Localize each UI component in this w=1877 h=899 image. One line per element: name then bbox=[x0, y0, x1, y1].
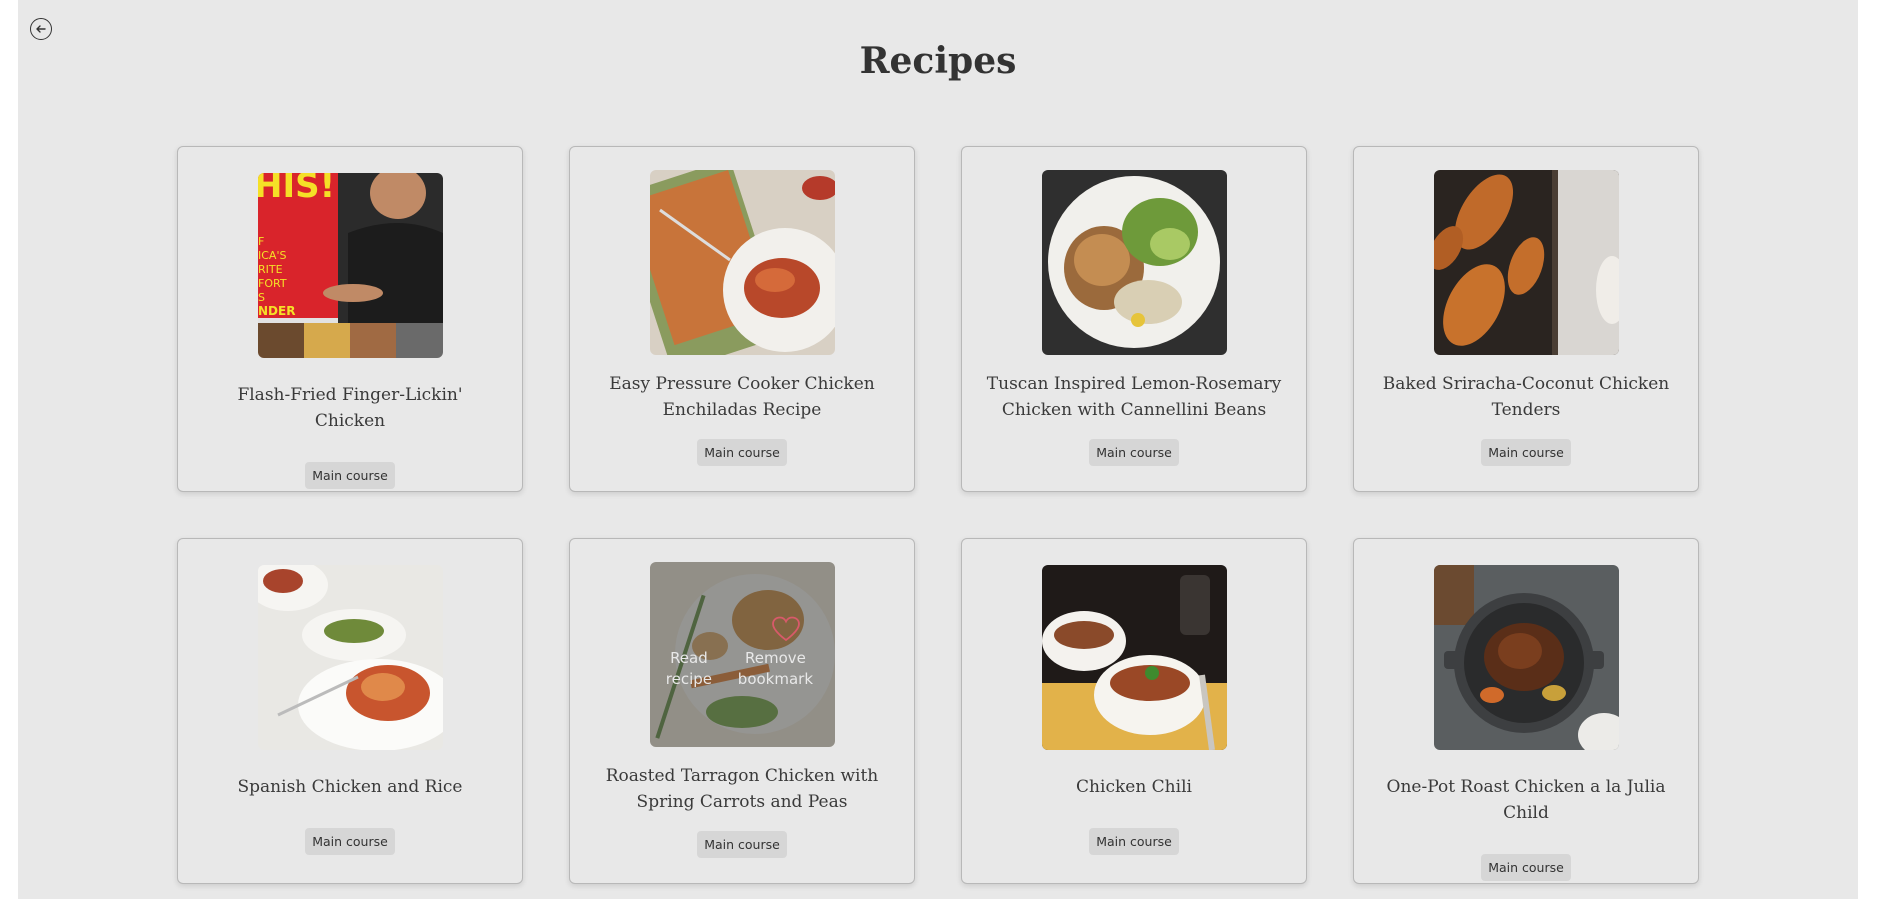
svg-text:FORT: FORT bbox=[258, 277, 287, 290]
recipe-card[interactable]: Easy Pressure Cooker Chicken Enchiladas … bbox=[569, 146, 915, 492]
recipe-image: Read recipe Remove bookmark bbox=[649, 562, 835, 747]
recipe-title[interactable]: Easy Pressure Cooker Chicken Enchiladas … bbox=[592, 371, 892, 423]
category-badge: Main course bbox=[1481, 854, 1571, 881]
category-badge: Main course bbox=[1089, 828, 1179, 855]
recipe-image bbox=[1041, 565, 1227, 750]
recipe-title[interactable]: Chicken Chili bbox=[984, 774, 1284, 800]
recipe-image bbox=[1041, 170, 1227, 355]
recipe-title[interactable]: One-Pot Roast Chicken a la Julia Child bbox=[1376, 774, 1676, 826]
svg-text:RITE: RITE bbox=[258, 263, 283, 276]
read-recipe-button[interactable]: Read recipe bbox=[656, 648, 723, 690]
recipe-title[interactable]: Baked Sriracha-Coconut Chicken Tenders bbox=[1376, 371, 1676, 423]
recipe-title[interactable]: Tuscan Inspired Lemon-Rosemary Chicken w… bbox=[984, 371, 1284, 423]
recipe-title[interactable]: Spanish Chicken and Rice bbox=[200, 774, 500, 800]
category-badge: Main course bbox=[305, 462, 395, 489]
svg-text:F: F bbox=[258, 235, 264, 248]
svg-text:ICA'S: ICA'S bbox=[258, 249, 286, 262]
recipe-grid: HIS! F ICA'S RITE FORT S NDER Flash-Frie… bbox=[177, 146, 1699, 884]
recipe-image bbox=[1433, 565, 1619, 750]
svg-text:S: S bbox=[258, 291, 265, 304]
category-badge: Main course bbox=[697, 439, 787, 466]
page-title: Recipes bbox=[859, 40, 1017, 82]
recipe-image: HIS! F ICA'S RITE FORT S NDER bbox=[257, 173, 443, 358]
back-button[interactable] bbox=[30, 18, 52, 40]
recipe-image bbox=[257, 565, 443, 750]
recipe-card[interactable]: Read recipe Remove bookmark Roasted Tarr… bbox=[569, 538, 915, 884]
category-badge: Main course bbox=[305, 828, 395, 855]
arrow-left-icon bbox=[36, 25, 46, 33]
hover-overlay: Read recipe Remove bookmark bbox=[649, 562, 835, 747]
remove-bookmark-button[interactable]: Remove bookmark bbox=[722, 648, 828, 690]
category-badge: Main course bbox=[697, 831, 787, 858]
recipe-image bbox=[649, 170, 835, 355]
heart-icon[interactable] bbox=[771, 616, 801, 642]
recipe-card[interactable]: Baked Sriracha-Coconut Chicken Tenders M… bbox=[1353, 146, 1699, 492]
category-badge: Main course bbox=[1089, 439, 1179, 466]
recipe-title[interactable]: Roasted Tarragon Chicken with Spring Car… bbox=[592, 763, 892, 815]
recipe-card[interactable]: Chicken Chili Main course bbox=[961, 538, 1307, 884]
svg-text:HIS!: HIS! bbox=[258, 173, 335, 206]
recipe-image bbox=[1433, 170, 1619, 355]
recipe-card[interactable]: HIS! F ICA'S RITE FORT S NDER Flash-Frie… bbox=[177, 146, 523, 492]
recipes-page: Recipes HIS! F ICA'S RITE FORT S NDER Fl… bbox=[18, 0, 1858, 899]
svg-text:NDER: NDER bbox=[258, 304, 295, 318]
recipe-card[interactable]: Tuscan Inspired Lemon-Rosemary Chicken w… bbox=[961, 146, 1307, 492]
recipe-card[interactable]: Spanish Chicken and Rice Main course bbox=[177, 538, 523, 884]
recipe-card[interactable]: One-Pot Roast Chicken a la Julia Child M… bbox=[1353, 538, 1699, 884]
category-badge: Main course bbox=[1481, 439, 1571, 466]
recipe-title[interactable]: Flash-Fried Finger-Lickin' Chicken bbox=[200, 382, 500, 434]
